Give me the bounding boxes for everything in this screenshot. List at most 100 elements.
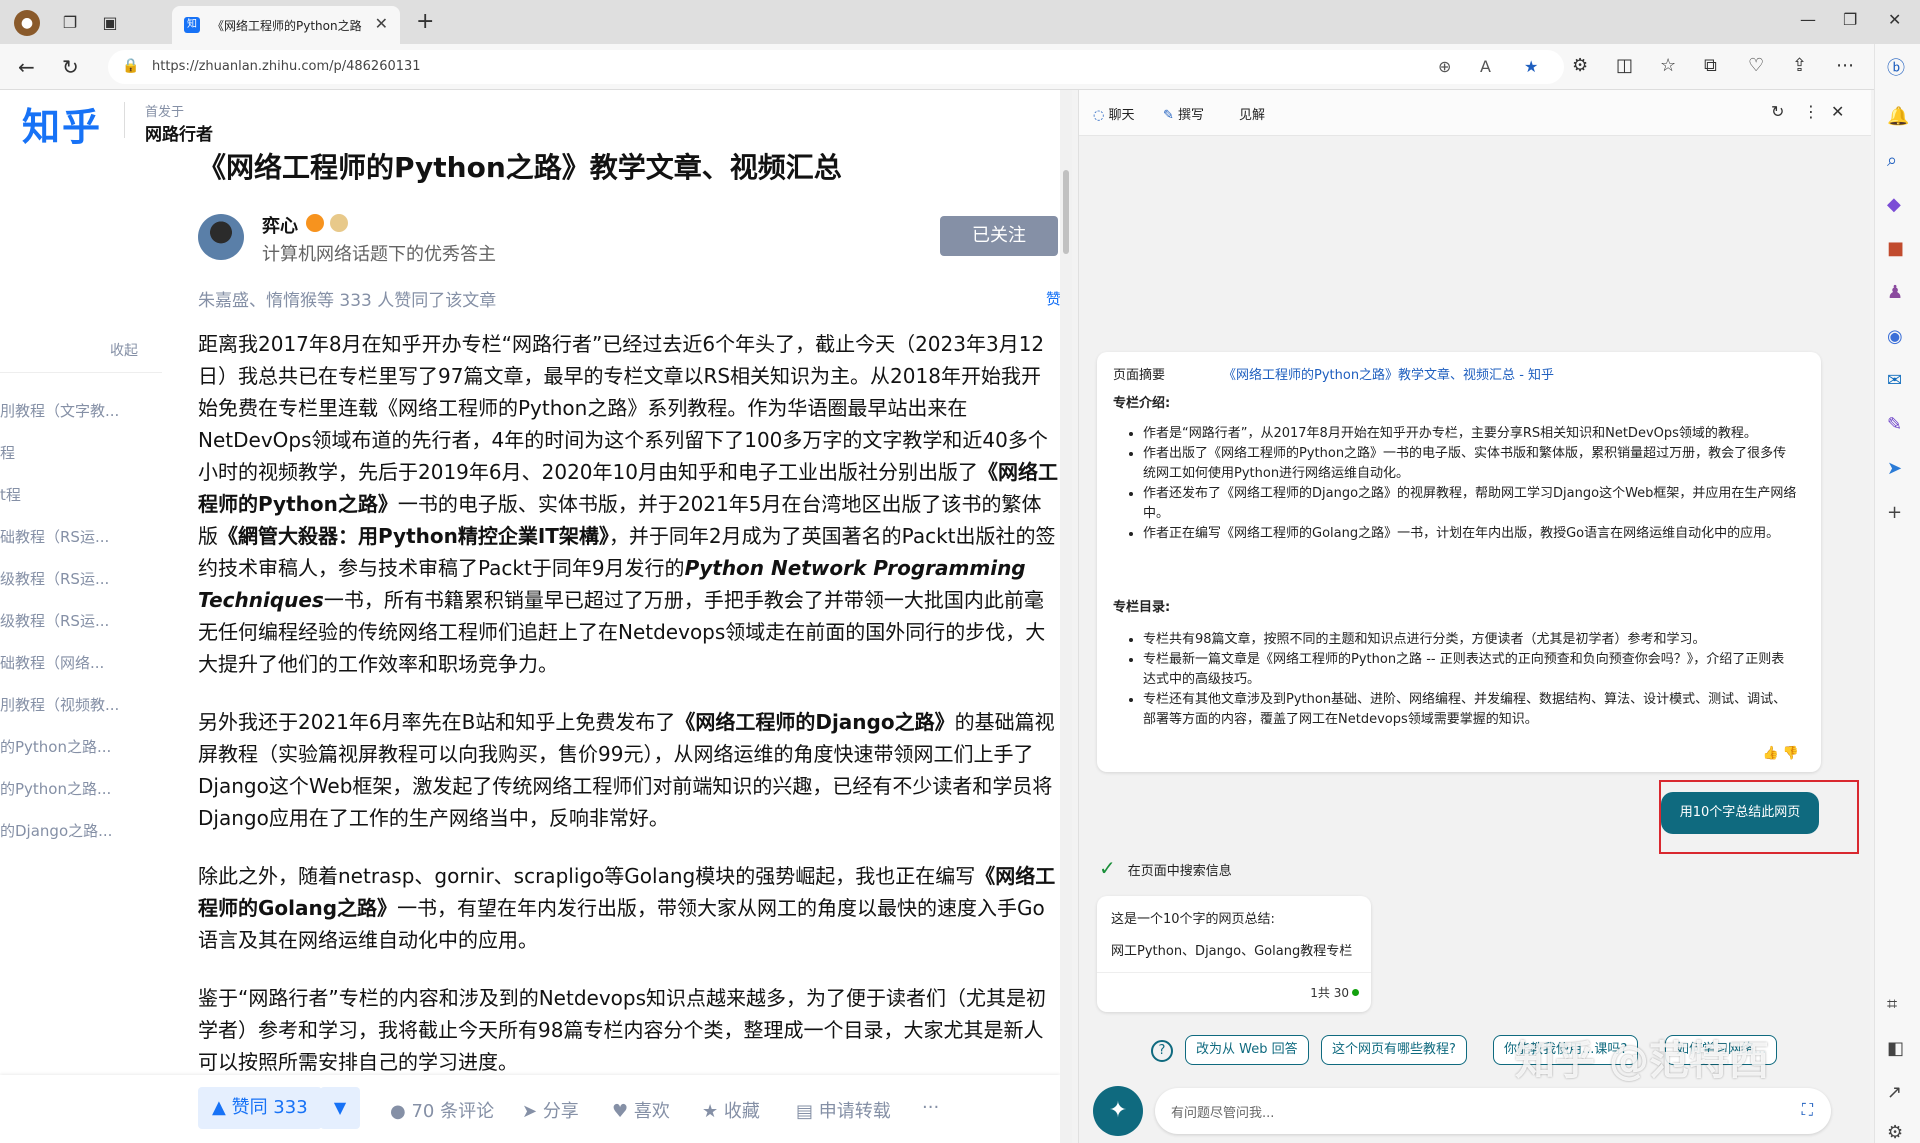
summary-source-link[interactable]: 《网络工程师的Python之路》教学文章、视频汇总 - 知乎: [1223, 366, 1554, 386]
help-icon[interactable]: ?: [1151, 1040, 1173, 1062]
refresh-icon[interactable]: ↻: [62, 55, 79, 79]
office-icon[interactable]: ◉: [1887, 326, 1903, 347]
chat-input[interactable]: 有问题尽管问我... ⛶: [1155, 1088, 1831, 1134]
close-window-icon[interactable]: ✕: [1888, 10, 1901, 29]
like-button[interactable]: ♥ 喜欢: [612, 1097, 670, 1123]
scroll-thumb[interactable]: [1063, 170, 1069, 254]
certification-badge-icon[interactable]: [330, 214, 348, 232]
tools-icon[interactable]: ■: [1887, 238, 1904, 259]
restore-icon[interactable]: ❐: [1843, 10, 1857, 29]
toc-item[interactable]: 级教程（RS运...: [0, 568, 109, 589]
workspaces-icon[interactable]: ❐: [58, 10, 82, 34]
copilot-more-icon[interactable]: ⋮: [1803, 102, 1819, 121]
performance-icon[interactable]: ♡: [1748, 55, 1764, 76]
close-pane-icon[interactable]: ✕: [1831, 102, 1844, 121]
book-title: 《網管大殺器：用Python精控企業IT架構》: [218, 524, 609, 548]
designer-icon[interactable]: ✎: [1887, 414, 1902, 435]
side-like-button[interactable]: 赞: [1046, 288, 1060, 309]
collect-button[interactable]: ★ 收藏: [702, 1097, 760, 1123]
star-icon: ★: [702, 1101, 724, 1122]
screenshot-tool-icon[interactable]: ⌗: [1887, 994, 1897, 1015]
answer-divider: [1097, 972, 1371, 973]
sidebar-toggle-icon[interactable]: ◧: [1887, 1038, 1904, 1059]
tab-close-icon[interactable]: ✕: [375, 14, 388, 33]
new-tab-icon[interactable]: +: [416, 9, 434, 34]
zoom-icon[interactable]: ⊕: [1438, 57, 1451, 76]
vote-up-button[interactable]: ▲ 赞同 333: [198, 1087, 322, 1129]
toc-item[interactable]: 础教程（RS运...: [0, 526, 109, 547]
article-page: 知乎 首发于 网路行者 《网络工程师的Python之路》教学文章、视频汇总 弈心…: [0, 90, 1060, 1143]
tab-active[interactable]: 知 《网络工程师的Python之路》 ✕: [172, 6, 400, 44]
toc-item[interactable]: 的Python之路...: [0, 778, 111, 799]
add-app-icon[interactable]: +: [1887, 502, 1902, 523]
minimize-icon[interactable]: —: [1800, 10, 1816, 29]
favorites-icon[interactable]: ☆: [1660, 55, 1676, 76]
toc-item[interactable]: 础教程（网络...: [0, 652, 104, 673]
answer-line: 这是一个10个字的网页总结:: [1111, 912, 1275, 927]
collections-icon[interactable]: ⧉: [1704, 55, 1717, 76]
suggestion-chip[interactable]: 改为从 Web 回答: [1185, 1035, 1309, 1065]
follow-button[interactable]: 已关注: [940, 216, 1058, 256]
zhihu-logo[interactable]: 知乎: [22, 96, 102, 151]
split-screen-icon[interactable]: ◫: [1616, 55, 1633, 76]
more-actions-button[interactable]: ···: [922, 1097, 939, 1118]
more-menu-icon[interactable]: ⋯: [1836, 55, 1854, 76]
tab-insights[interactable]: 见解: [1239, 104, 1265, 123]
favorite-star-icon[interactable]: ★: [1524, 57, 1538, 76]
shopping-icon[interactable]: ◆: [1887, 194, 1901, 215]
external-link-icon[interactable]: ↗: [1887, 1082, 1902, 1103]
toc-collapse-button[interactable]: 收起: [110, 340, 138, 360]
copilot-header: ◌ 聊天 ✎ 撰写 见解 ↻ ⋮ ✕: [1079, 90, 1871, 136]
column-name[interactable]: 网路行者: [145, 120, 213, 145]
toc-item[interactable]: 刖教程（视频教...: [0, 694, 119, 715]
toc-item[interactable]: t程: [0, 484, 21, 505]
new-topic-broom-icon[interactable]: ✦: [1093, 1086, 1143, 1136]
copilot-b-icon[interactable]: ⓑ: [1887, 54, 1905, 80]
published-in-label: 首发于: [145, 105, 185, 120]
settings-gear-icon[interactable]: ⚙: [1887, 1122, 1903, 1143]
toc-item[interactable]: 级教程（RS运...: [0, 610, 109, 631]
send-icon[interactable]: ➤: [1887, 458, 1902, 479]
back-icon[interactable]: ←: [18, 55, 35, 79]
address-bar[interactable]: 🔒 https://zhuanlan.zhihu.com/p/486260131…: [108, 50, 1564, 84]
toc-item[interactable]: 的Django之路...: [0, 820, 112, 841]
repost-button[interactable]: ▤ 申请转载: [796, 1097, 891, 1123]
outlook-icon[interactable]: ✉: [1887, 370, 1902, 391]
share-icon[interactable]: ⇪: [1792, 55, 1807, 76]
toc-divider: [0, 372, 162, 373]
read-aloud-icon[interactable]: A: [1480, 57, 1491, 76]
vote-down-button[interactable]: ▼: [320, 1087, 360, 1129]
tab-chat[interactable]: ◌ 聊天: [1093, 104, 1135, 123]
extensions-icon[interactable]: ⚙: [1572, 55, 1588, 76]
search-icon[interactable]: ⌕: [1887, 150, 1897, 171]
author-name[interactable]: 弈心: [262, 212, 298, 238]
toc-item[interactable]: 刖教程（文字教...: [0, 400, 119, 421]
refresh-chat-icon[interactable]: ↻: [1771, 102, 1784, 121]
excellent-answerer-badge-icon[interactable]: [306, 214, 324, 232]
share-button[interactable]: ➤ 分享: [522, 1097, 579, 1123]
article-scrollbar[interactable]: [1060, 90, 1072, 1143]
tab-compose[interactable]: ✎ 撰写: [1163, 104, 1204, 123]
url-text[interactable]: https://zhuanlan.zhihu.com/p/486260131: [152, 59, 421, 74]
profile-avatar-icon[interactable]: ●: [14, 10, 40, 36]
lock-icon[interactable]: 🔒: [122, 58, 139, 74]
search-status-text: 在页面中搜索信息: [1127, 864, 1232, 879]
suggestion-chip[interactable]: 这个网页有哪些教程?: [1321, 1035, 1467, 1065]
feedback-thumbs-icon[interactable]: 👍 👎: [1762, 744, 1799, 764]
games-icon[interactable]: ♟: [1887, 282, 1903, 303]
toc-item[interactable]: 的Python之路...: [0, 736, 111, 757]
book-title: 《网络工程师的Django之路》: [675, 710, 955, 734]
toc-item[interactable]: 程: [0, 442, 15, 463]
paragraph: 鉴于“网路行者”专栏的内容和涉及到的Netdevops知识点越来越多，为了便于读…: [198, 986, 1047, 1074]
paragraph: 另外我还于2021年6月率先在B站和知乎上免费发布了《网络工程师的Django之…: [198, 706, 1060, 834]
intro-list: 作者是“网路行者”，从2017年8月开始在知乎开办专栏，主要分享RS相关知识和N…: [1127, 424, 1797, 544]
table-of-contents: 收起 刖教程（文字教... 程 t程 础教程（RS运... 级教程（RS运...…: [0, 330, 162, 850]
comments-button[interactable]: ● 70 条评论: [390, 1097, 494, 1123]
author-avatar[interactable]: [198, 214, 244, 260]
likers-text[interactable]: 朱嘉盛、惰惰猴等 333 人赞同了该文章: [198, 286, 496, 311]
toc-heading: 专栏目录:: [1113, 600, 1171, 615]
tab-actions-icon[interactable]: ▣: [98, 10, 122, 34]
comments-label: 70 条评论: [411, 1101, 495, 1122]
notifications-bell-icon[interactable]: 🔔: [1887, 106, 1909, 127]
screenshot-icon[interactable]: ⛶: [1802, 1100, 1813, 1120]
